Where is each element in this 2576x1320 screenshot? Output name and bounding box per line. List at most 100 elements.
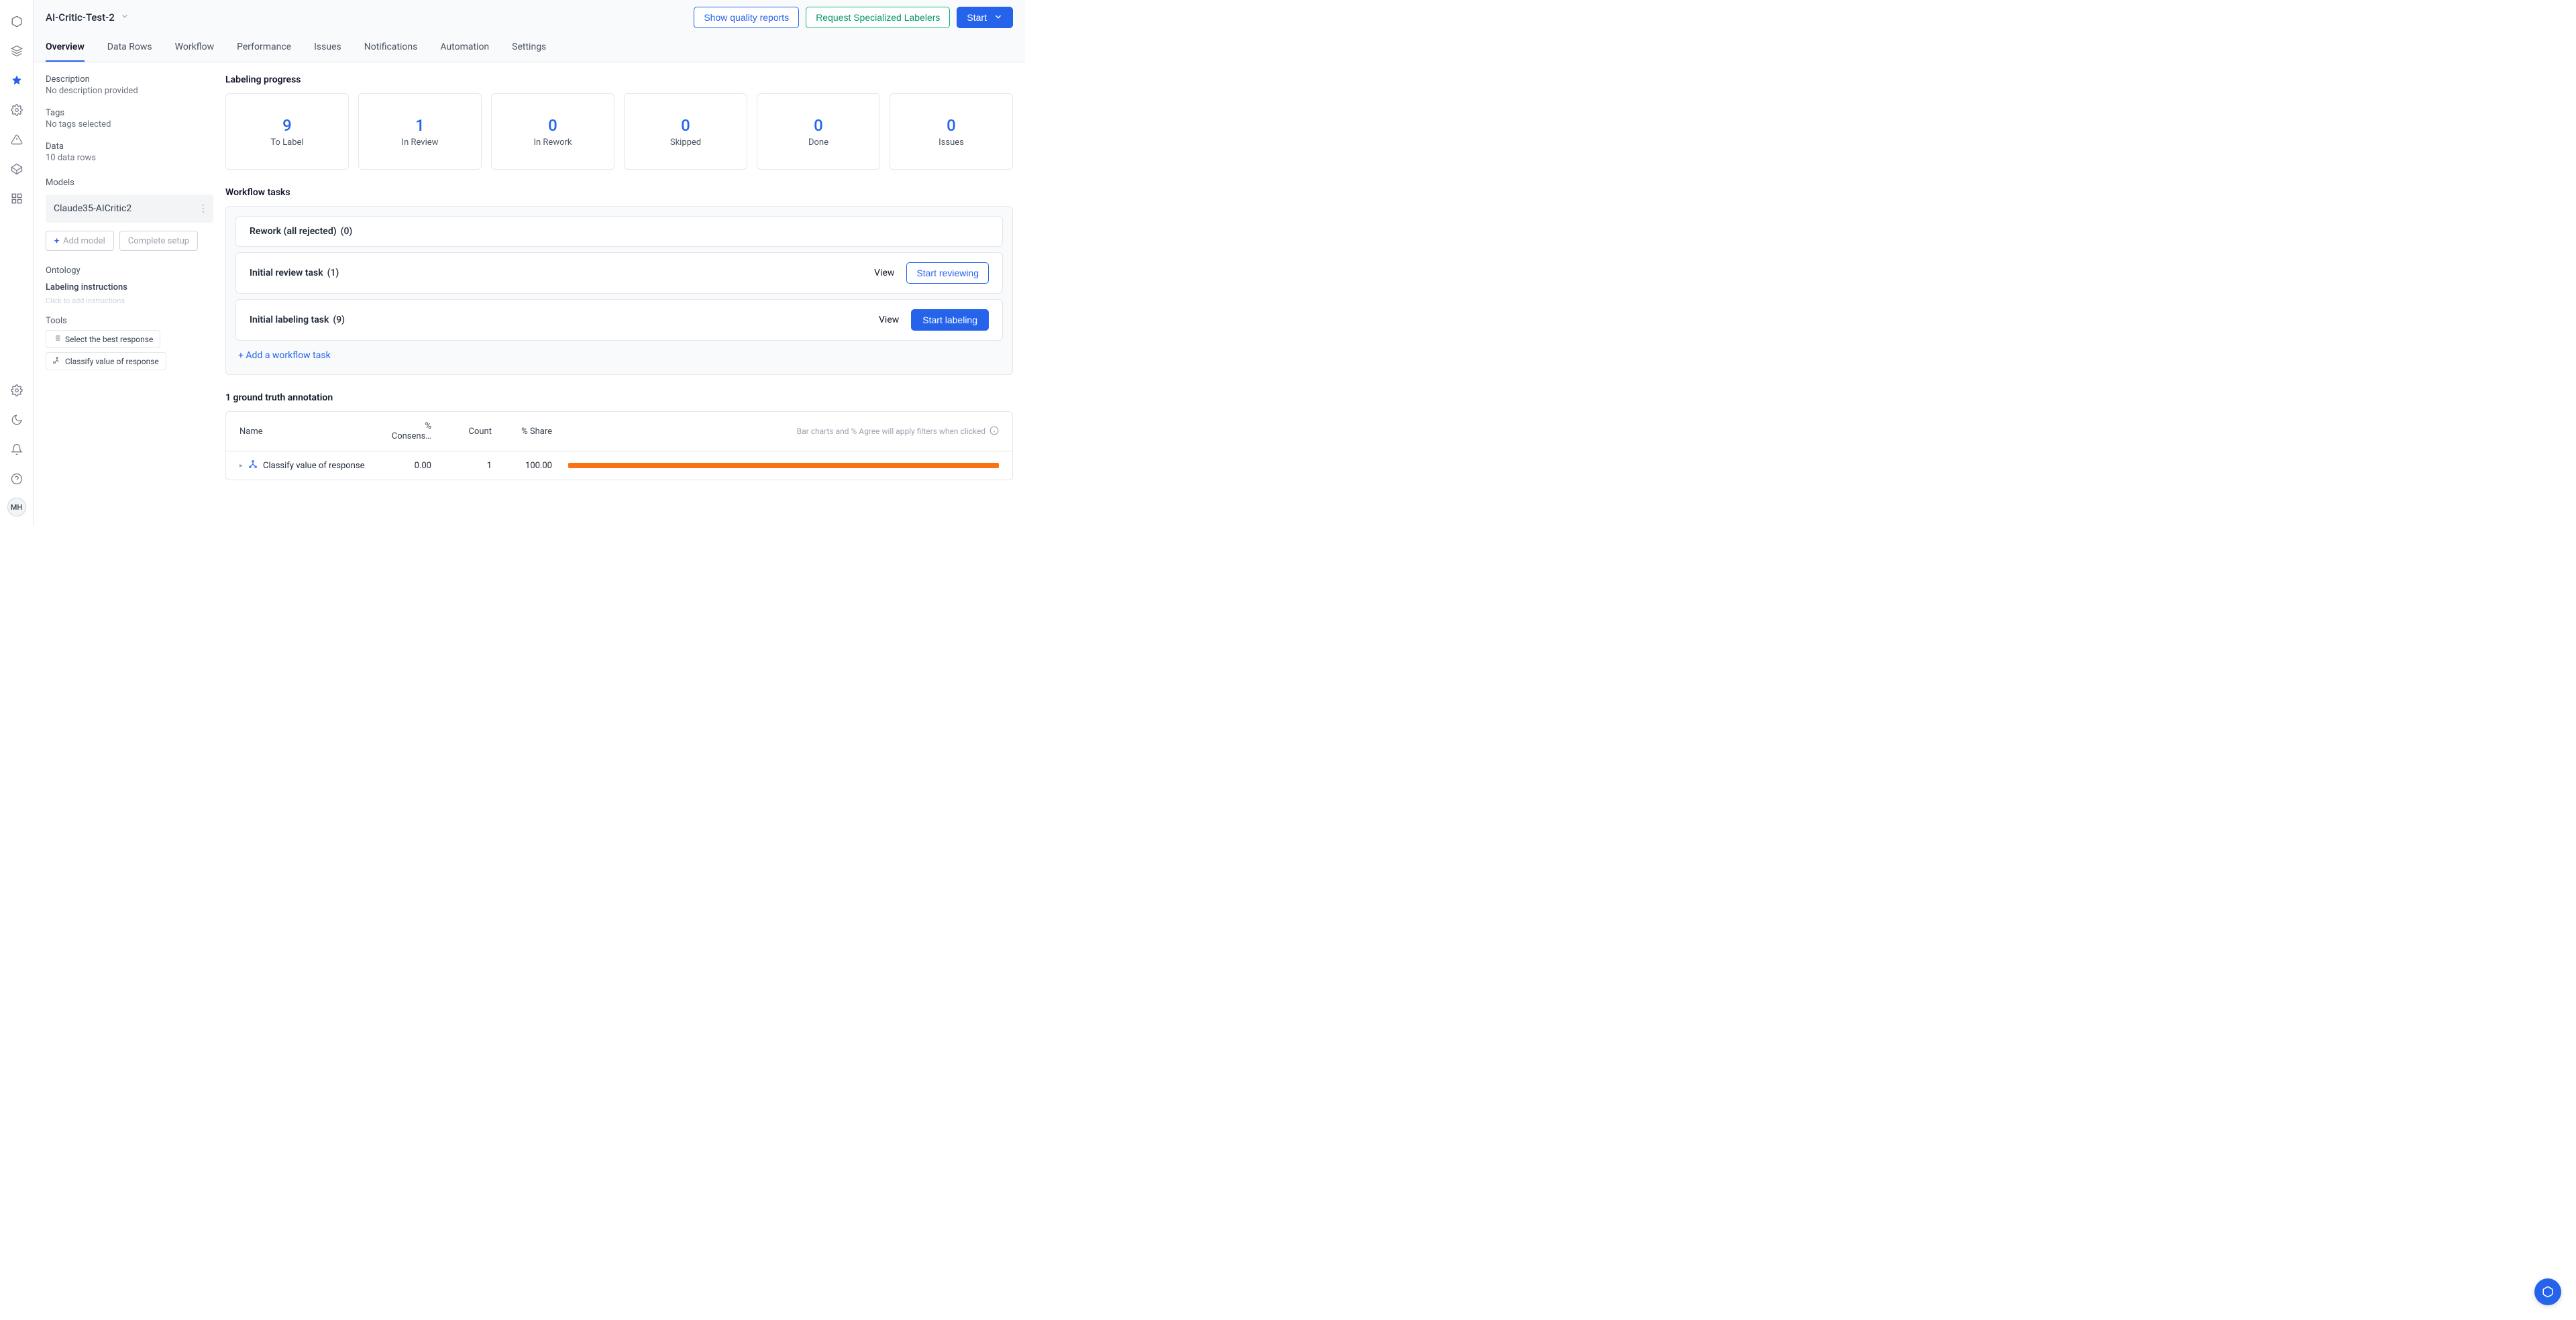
start-reviewing-button[interactable]: Start reviewing: [906, 262, 989, 284]
nav-home-icon[interactable]: [6, 11, 28, 32]
stat-value: 0: [548, 116, 557, 135]
tab-issues[interactable]: Issues: [314, 35, 341, 62]
classify-icon: [53, 356, 61, 366]
workflow-row-initial-labeling: Initial labeling task (9) View Start lab…: [235, 299, 1003, 341]
labeling-instructions-heading[interactable]: Labeling instructions: [46, 282, 213, 292]
stat-label: Issues: [938, 138, 964, 148]
data-label: Data: [46, 142, 213, 152]
nav-model-icon[interactable]: [6, 158, 28, 180]
workflow-row-title: Initial labeling task: [250, 315, 329, 325]
stat-value: 0: [947, 116, 956, 135]
tab-settings[interactable]: Settings: [512, 35, 546, 62]
plus-icon: +: [54, 236, 59, 246]
nav-apps-icon[interactable]: [6, 188, 28, 209]
nav-notifications-icon[interactable]: [6, 439, 28, 460]
ground-truth-panel: Name % Consens… Count % Share Bar charts…: [225, 411, 1013, 480]
classify-node-icon: [248, 459, 258, 472]
gt-row-count: 1: [447, 461, 508, 471]
workflow-panel: Rework (all rejected) (0) Initial review…: [225, 206, 1013, 375]
ground-truth-row[interactable]: ▸ Classify value of response 0.00 1 100.…: [226, 451, 1012, 480]
gt-row-name: Classify value of response: [263, 461, 364, 471]
model-name: Claude35-AICritic2: [54, 203, 131, 214]
tab-workflow[interactable]: Workflow: [175, 35, 215, 62]
workflow-tasks-heading: Workflow tasks: [225, 187, 1013, 198]
nav-alert-icon[interactable]: [6, 129, 28, 150]
help-fab[interactable]: [2534, 1278, 2561, 1305]
description-value: No description provided: [46, 86, 213, 96]
expand-caret-icon[interactable]: ▸: [239, 462, 243, 470]
info-icon[interactable]: [989, 426, 999, 437]
complete-setup-label: Complete setup: [128, 236, 189, 246]
stat-label: Skipped: [670, 138, 701, 148]
tool-label: Classify value of response: [65, 357, 159, 366]
models-label: Models: [46, 178, 213, 188]
workflow-row-initial-review: Initial review task (1) View Start revie…: [235, 252, 1003, 294]
workflow-row-title: Rework (all rejected): [250, 226, 337, 237]
labeling-instructions-hint[interactable]: Click to add instructions: [46, 296, 213, 305]
start-button-label: Start: [967, 12, 987, 23]
nav-rail: MH: [0, 0, 34, 526]
col-count: Count: [447, 427, 508, 437]
stat-value: 0: [814, 116, 823, 135]
model-chip[interactable]: Claude35-AICritic2 ⋮: [46, 195, 213, 223]
project-dropdown[interactable]: AI-Critic-Test-2: [46, 11, 129, 23]
tool-pill[interactable]: Select the best response: [46, 330, 160, 348]
description-label: Description: [46, 74, 213, 85]
stat-label: To Label: [270, 138, 303, 148]
tags-label: Tags: [46, 108, 213, 118]
stat-value: 1: [415, 116, 425, 135]
col-share: % Share: [508, 427, 568, 437]
tab-notifications[interactable]: Notifications: [364, 35, 418, 62]
topbar: AI-Critic-Test-2 Show quality reports Re…: [34, 0, 1025, 35]
share-bar[interactable]: [568, 463, 999, 468]
avatar[interactable]: MH: [7, 498, 26, 516]
show-quality-reports-button[interactable]: Show quality reports: [694, 7, 799, 28]
col-name: Name: [239, 427, 387, 437]
add-workflow-task-link[interactable]: + Add a workflow task: [235, 346, 1003, 365]
workflow-row-rework: Rework (all rejected) (0): [235, 216, 1003, 247]
tags-value: No tags selected: [46, 119, 213, 129]
tab-performance[interactable]: Performance: [237, 35, 291, 62]
tabs-bar: Overview Data Rows Workflow Performance …: [34, 35, 1025, 62]
nav-catalog-icon[interactable]: [6, 40, 28, 62]
stat-done[interactable]: 0Done: [757, 93, 880, 170]
start-button[interactable]: Start: [957, 7, 1013, 28]
tab-data-rows[interactable]: Data Rows: [107, 35, 152, 62]
data-value: 10 data rows: [46, 153, 213, 163]
ground-truth-heading: 1 ground truth annotation: [225, 392, 1013, 403]
ontology-label: Ontology: [46, 266, 213, 276]
nav-annotate-icon[interactable]: [6, 70, 28, 91]
project-title: AI-Critic-Test-2: [46, 11, 115, 23]
overview-sidebar: Description No description provided Tags…: [34, 62, 225, 526]
nav-settings-icon[interactable]: [6, 380, 28, 401]
stat-in-rework[interactable]: 0In Rework: [491, 93, 614, 170]
chevron-down-icon: [120, 11, 129, 23]
complete-setup-button[interactable]: Complete setup: [119, 231, 198, 251]
request-specialized-labelers-button[interactable]: Request Specialized Labelers: [806, 7, 950, 28]
workflow-row-count: (1): [327, 268, 339, 278]
tools-heading: Tools: [46, 316, 213, 326]
stat-in-review[interactable]: 1In Review: [358, 93, 482, 170]
workflow-row-count: (0): [341, 226, 353, 237]
add-model-label: Add model: [63, 236, 105, 246]
nav-theme-icon[interactable]: [6, 409, 28, 431]
gt-row-consensus: 0.00: [387, 461, 447, 471]
gt-hint: Bar charts and % Agree will apply filter…: [797, 426, 999, 437]
workflow-row-count: (9): [333, 315, 345, 325]
tab-automation[interactable]: Automation: [440, 35, 489, 62]
nav-settings-gear-icon[interactable]: [6, 99, 28, 121]
stat-value: 9: [282, 116, 292, 135]
stat-to-label[interactable]: 9 To Label: [225, 93, 349, 170]
nav-help-icon[interactable]: [6, 468, 28, 490]
view-link[interactable]: View: [874, 268, 894, 278]
tab-overview[interactable]: Overview: [46, 35, 85, 62]
overview-pane: Labeling progress 9To Label 1In Review 0…: [225, 62, 1025, 526]
stat-skipped[interactable]: 0Skipped: [624, 93, 747, 170]
view-link[interactable]: View: [879, 315, 899, 325]
kebab-icon[interactable]: ⋮: [199, 203, 208, 214]
add-model-button[interactable]: + Add model: [46, 231, 114, 251]
chevron-down-icon: [994, 12, 1003, 23]
start-labeling-button[interactable]: Start labeling: [911, 309, 989, 331]
stat-issues[interactable]: 0 Issues: [890, 93, 1013, 170]
tool-pill[interactable]: Classify value of response: [46, 352, 166, 370]
